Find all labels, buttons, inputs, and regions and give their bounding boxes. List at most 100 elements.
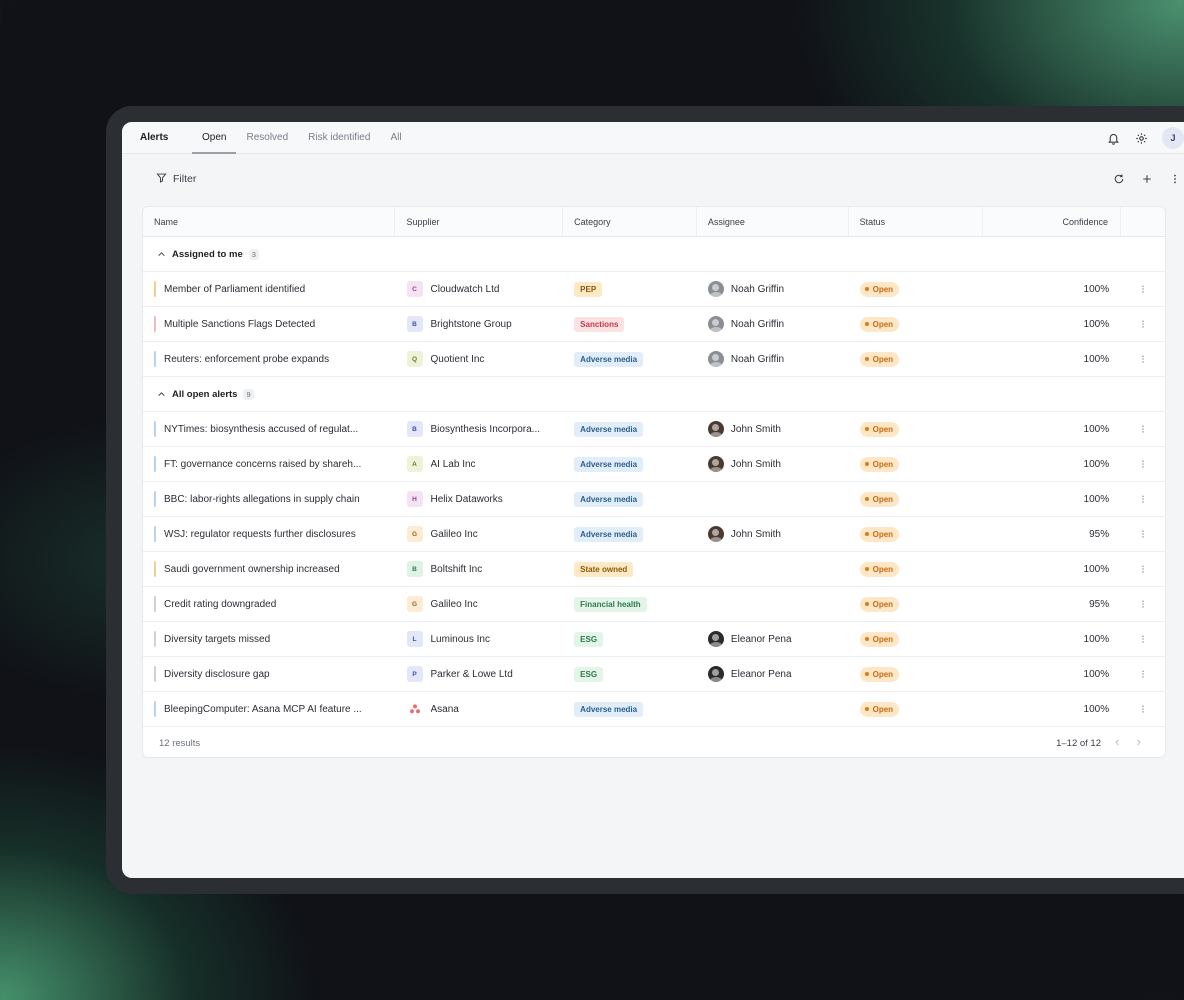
supplier-name[interactable]: AI Lab Inc (431, 459, 476, 470)
alert-name[interactable]: WSJ: regulator requests further disclosu… (164, 529, 356, 540)
alert-name[interactable]: BleepingComputer: Asana MCP AI feature .… (164, 704, 362, 715)
user-avatar[interactable]: J (1162, 127, 1184, 149)
cell-category: ESG (563, 657, 697, 692)
table-row[interactable]: Credit rating downgraded G Galileo Inc Fina… (143, 587, 1165, 622)
supplier-initial-badge: L (406, 631, 423, 647)
column-header-confidence[interactable]: Confidence (983, 207, 1122, 237)
status-badge: Open (859, 351, 900, 367)
cell-supplier: C Cloudwatch Ltd (396, 272, 564, 307)
supplier-name[interactable]: Helix Dataworks (431, 494, 503, 505)
supplier-name[interactable]: Parker & Lowe Ltd (431, 669, 513, 680)
table-row[interactable]: Saudi government ownership increased B Bol… (143, 552, 1165, 587)
alert-name[interactable]: Multiple Sanctions Flags Detected (164, 319, 315, 330)
row-menu-icon[interactable] (1121, 657, 1165, 692)
alert-name[interactable]: Diversity targets missed (164, 634, 270, 645)
alert-name[interactable]: Saudi government ownership increased (164, 564, 340, 575)
table-row[interactable]: Diversity disclosure gap P Parker & Lowe L… (143, 657, 1165, 692)
plus-icon[interactable] (1140, 172, 1154, 186)
alert-name[interactable]: FT: governance concerns raised by shareh… (164, 459, 361, 470)
supplier-name[interactable]: Quotient Inc (431, 354, 485, 365)
cell-name: BBC: labor-rights allegations in supply … (143, 482, 396, 517)
cell-name: BleepingComputer: Asana MCP AI feature .… (143, 692, 396, 727)
supplier-name[interactable]: Biosynthesis Incorpora... (431, 424, 541, 435)
row-menu-icon[interactable] (1121, 272, 1165, 307)
cell-category: Adverse media (563, 447, 697, 482)
column-header-status[interactable]: Status (849, 207, 984, 237)
category-chip: Adverse media (574, 351, 644, 367)
cell-assignee: John Smith (697, 412, 849, 447)
refresh-icon[interactable] (1112, 172, 1126, 186)
table-header: Name Supplier Category Assignee Status C… (143, 207, 1165, 237)
row-menu-icon[interactable] (1121, 552, 1165, 587)
table-row[interactable]: Diversity targets missed L Luminous Inc ESG… (143, 622, 1165, 657)
bell-icon[interactable] (1106, 131, 1120, 145)
table-row[interactable]: WSJ: regulator requests further disclosu… (143, 517, 1165, 552)
column-header-assignee[interactable]: Assignee (697, 207, 849, 237)
row-menu-icon[interactable] (1121, 587, 1165, 622)
table-row[interactable]: Multiple Sanctions Flags Detected B Bright… (143, 307, 1165, 342)
row-menu-icon[interactable] (1121, 447, 1165, 482)
supplier-name[interactable]: Asana (431, 704, 459, 715)
status-label: Open (872, 529, 894, 539)
cell-supplier: G Galileo Inc (396, 517, 564, 552)
tab-risk-identified[interactable]: Risk identified (298, 122, 380, 154)
severity-bar (154, 596, 156, 612)
group-header[interactable]: All open alerts 9 (143, 377, 1165, 412)
row-menu-icon[interactable] (1121, 622, 1165, 657)
table-row[interactable]: Member of Parliament identified C Cloudwat… (143, 272, 1165, 307)
row-menu-icon[interactable] (1121, 482, 1165, 517)
cell-name: Multiple Sanctions Flags Detected (143, 307, 396, 342)
tab-all[interactable]: All (380, 122, 411, 154)
group-label: All open alerts (172, 388, 238, 400)
table-row[interactable]: Reuters: enforcement probe expands Q Quoti… (143, 342, 1165, 377)
severity-bar (154, 561, 156, 577)
supplier-initial-badge: H (406, 491, 423, 507)
gear-icon[interactable] (1134, 131, 1148, 145)
pagination: 1–12 of 12 (1056, 727, 1143, 757)
alert-name[interactable]: BBC: labor-rights allegations in supply … (164, 494, 360, 505)
table-row[interactable]: BleepingComputer: Asana MCP AI feature .… (143, 692, 1165, 727)
status-label: Open (872, 284, 894, 294)
chevron-up-icon[interactable] (157, 390, 166, 399)
status-badge: Open (859, 421, 900, 437)
supplier-name[interactable]: Galileo Inc (431, 529, 478, 540)
alert-name[interactable]: Member of Parliament identified (164, 284, 305, 295)
supplier-name[interactable]: Luminous Inc (431, 634, 490, 645)
supplier-name[interactable]: Brightstone Group (431, 319, 512, 330)
alert-name[interactable]: Reuters: enforcement probe expands (164, 354, 329, 365)
table-row[interactable]: FT: governance concerns raised by shareh… (143, 447, 1165, 482)
column-header-supplier[interactable]: Supplier (395, 207, 564, 237)
category-chip: Adverse media (574, 491, 644, 507)
tab-open[interactable]: Open (192, 122, 237, 154)
column-header-name[interactable]: Name (143, 207, 396, 237)
supplier-name[interactable]: Cloudwatch Ltd (431, 284, 500, 295)
more-vertical-icon[interactable] (1168, 172, 1182, 186)
chevron-up-icon[interactable] (157, 250, 166, 259)
supplier-name[interactable]: Galileo Inc (431, 599, 478, 610)
supplier-initial-badge: A (406, 456, 423, 472)
group-header[interactable]: Assigned to me 3 (143, 237, 1165, 272)
alert-name[interactable]: Diversity disclosure gap (164, 669, 270, 680)
table-row[interactable]: BBC: labor-rights allegations in supply … (143, 482, 1165, 517)
row-menu-icon[interactable] (1121, 412, 1165, 447)
tab-resolved[interactable]: Resolved (236, 122, 298, 154)
row-menu-icon[interactable] (1121, 517, 1165, 552)
supplier-name[interactable]: Boltshift Inc (431, 564, 483, 575)
status-dot (864, 637, 869, 641)
cell-name: FT: governance concerns raised by shareh… (143, 447, 396, 482)
column-header-category[interactable]: Category (563, 207, 697, 237)
alert-name[interactable]: NYTimes: biosynthesis accused of regulat… (164, 424, 358, 435)
cell-confidence: 95% (1089, 528, 1110, 540)
alert-name[interactable]: Credit rating downgraded (164, 599, 276, 610)
cell-name: Diversity disclosure gap (143, 657, 396, 692)
row-menu-icon[interactable] (1121, 692, 1165, 727)
cell-confidence: 100% (1083, 283, 1110, 295)
row-menu-icon[interactable] (1121, 307, 1165, 342)
row-menu-icon[interactable] (1121, 342, 1165, 377)
chevron-left-icon[interactable] (1113, 738, 1122, 750)
filter-button[interactable]: Filter (156, 172, 196, 186)
table-row[interactable]: NYTimes: biosynthesis accused of regulat… (143, 412, 1165, 447)
status-dot (864, 532, 869, 536)
status-dot (864, 357, 869, 361)
chevron-right-icon[interactable] (1134, 738, 1143, 750)
